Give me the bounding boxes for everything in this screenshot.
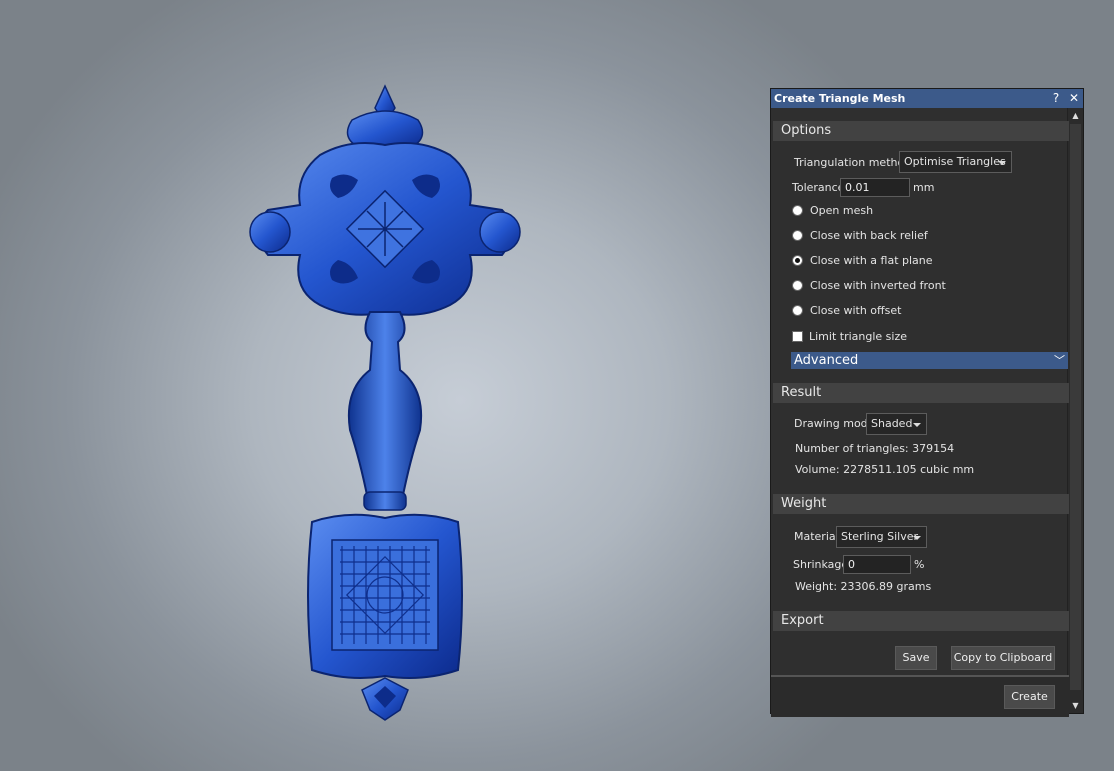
copy-to-clipboard-button[interactable]: Copy to Clipboard <box>951 646 1055 670</box>
chevron-down-icon <box>913 423 921 427</box>
close-icon[interactable]: ✕ <box>1067 89 1081 108</box>
radio-label-close-inverted-front[interactable]: Close with inverted front <box>810 279 946 292</box>
limit-triangle-size-checkbox[interactable] <box>792 331 803 342</box>
advanced-label: Advanced <box>794 353 859 368</box>
tolerance-input[interactable]: 0.01 <box>840 178 910 197</box>
scrollbar-thumb[interactable] <box>1070 124 1081 690</box>
shrinkage-label: Shrinkage <box>793 558 849 571</box>
chevron-down-icon <box>998 161 1006 165</box>
advanced-expander[interactable]: Advanced ﹀ <box>791 352 1068 369</box>
weight-header[interactable]: Weight <box>773 494 1069 514</box>
radio-close-inverted-front[interactable] <box>792 280 803 291</box>
volume-value: Volume: 2278511.105 cubic mm <box>795 463 975 476</box>
radio-close-offset[interactable] <box>792 305 803 316</box>
radio-label-close-offset[interactable]: Close with offset <box>810 304 901 317</box>
chevron-down-icon <box>913 536 921 540</box>
material-label: Material <box>794 530 839 543</box>
triangulation-method-select[interactable]: Optimise Triangles <box>899 151 1012 173</box>
radio-label-close-flat-plane[interactable]: Close with a flat plane <box>810 254 933 267</box>
shrinkage-input[interactable]: 0 <box>843 555 911 574</box>
radio-open-mesh[interactable] <box>792 205 803 216</box>
tolerance-unit: mm <box>913 181 935 194</box>
limit-triangle-size-label[interactable]: Limit triangle size <box>809 330 907 343</box>
options-header[interactable]: Options <box>773 121 1069 141</box>
drawing-mode-value: Shaded <box>871 417 913 430</box>
export-header[interactable]: Export <box>773 611 1069 631</box>
radio-label-close-back-relief[interactable]: Close with back relief <box>810 229 928 242</box>
tolerance-label: Tolerance <box>792 181 845 194</box>
radio-label-open-mesh[interactable]: Open mesh <box>810 204 873 217</box>
scroll-up-icon[interactable]: ▲ <box>1068 108 1083 123</box>
material-value: Sterling Silver <box>841 530 919 543</box>
panel-footer: Create <box>771 675 1069 717</box>
drawing-mode-select[interactable]: Shaded <box>866 413 927 435</box>
panel-title: Create Triangle Mesh <box>774 92 906 105</box>
relief-model <box>249 84 521 721</box>
radio-close-back-relief[interactable] <box>792 230 803 241</box>
triangulation-label: Triangulation method <box>794 156 912 169</box>
save-button[interactable]: Save <box>895 646 937 670</box>
triangulation-value: Optimise Triangles <box>904 155 1006 168</box>
help-icon[interactable]: ? <box>1049 89 1063 108</box>
radio-close-flat-plane[interactable] <box>792 255 803 266</box>
scroll-down-icon[interactable]: ▼ <box>1068 698 1083 713</box>
weight-value: Weight: 23306.89 grams <box>795 580 932 593</box>
result-header[interactable]: Result <box>773 383 1069 403</box>
triangle-count: Number of triangles: 379154 <box>795 442 955 455</box>
panel-titlebar[interactable]: Create Triangle Mesh ? ✕ <box>771 89 1083 108</box>
3d-viewport[interactable] <box>0 0 760 771</box>
panel-scrollbar[interactable]: ▲ ▼ <box>1067 108 1083 713</box>
chevron-down-icon: ﹀ <box>1054 354 1065 367</box>
shrinkage-unit: % <box>914 558 925 571</box>
drawing-mode-label: Drawing mode <box>794 417 875 430</box>
create-triangle-mesh-panel: Create Triangle Mesh ? ✕ ▲ ▼ Options Tri… <box>770 88 1084 717</box>
create-button[interactable]: Create <box>1004 685 1055 709</box>
material-select[interactable]: Sterling Silver <box>836 526 927 548</box>
